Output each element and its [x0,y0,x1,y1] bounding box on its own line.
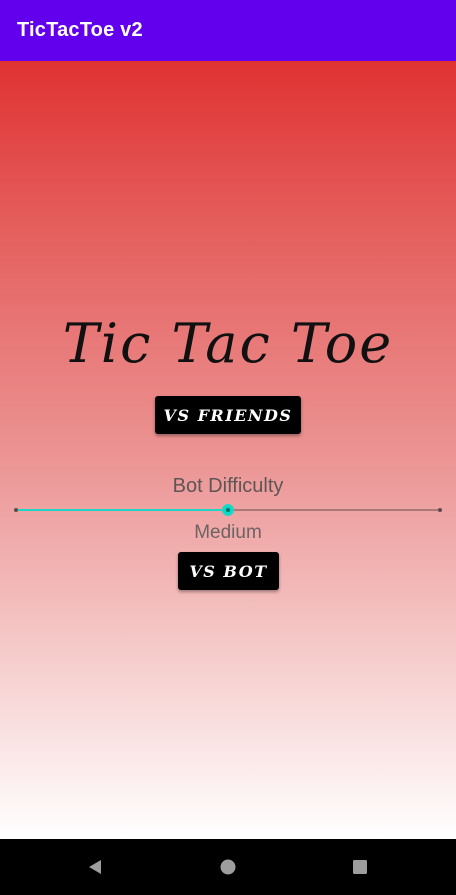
bot-difficulty-label: Bot Difficulty [172,475,284,497]
vs-bot-button[interactable]: VS BOT [178,552,279,590]
back-button[interactable] [79,851,111,883]
vs-friends-button[interactable]: VS FRIENDS [155,396,301,434]
home-circle-icon [220,859,236,875]
bot-difficulty-slider[interactable] [12,499,444,521]
recents-button[interactable] [344,851,376,883]
slider-fill [16,509,228,511]
main-screen: Tic Tac Toe VS FRIENDS Bot Difficulty Me… [0,61,456,839]
slider-min-tick [14,508,18,512]
recents-square-icon [353,860,367,874]
home-button[interactable] [212,851,244,883]
slider-max-tick [438,508,442,512]
app-title: TicTacToe v2 [17,19,143,41]
game-title: Tic Tac Toe [62,312,394,375]
slider-thumb[interactable] [222,504,234,516]
app-bar: TicTacToe v2 [0,0,456,61]
back-triangle-icon [89,860,101,874]
bot-difficulty-value: Medium [194,522,262,543]
system-nav-bar [0,839,456,895]
